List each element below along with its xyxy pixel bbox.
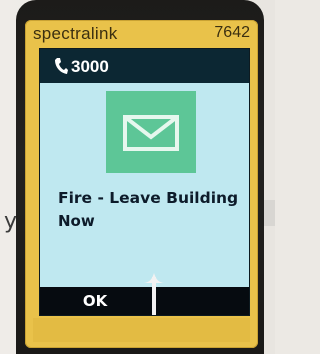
ok-softkey[interactable]: OK [40, 287, 150, 315]
alert-message-line2: Now [58, 212, 95, 230]
alert-message-line1: Fire - Leave Building [58, 189, 239, 207]
display-screen: 3000 Fire - Leave Building Now OK [39, 48, 250, 316]
status-bar: 3000 [40, 49, 249, 83]
brand-bar: spectralink 7642 [33, 24, 250, 46]
photo-scene: y. spectralink 7642 3000 Fire - Leave Bu… [0, 0, 275, 354]
right-softkey[interactable] [158, 287, 249, 315]
extension-number: 7642 [214, 24, 250, 41]
envelope-icon [123, 115, 179, 151]
softkey-divider [152, 277, 156, 315]
alert-message: Fire - Leave Building Now [58, 187, 248, 233]
handset-lower-frame [33, 318, 250, 342]
line-number: 3000 [71, 57, 109, 76]
phone-icon [54, 57, 68, 75]
brand-label: spectralink [33, 24, 118, 43]
softkey-bar: OK [40, 273, 249, 315]
message-icon-tile [106, 91, 196, 173]
